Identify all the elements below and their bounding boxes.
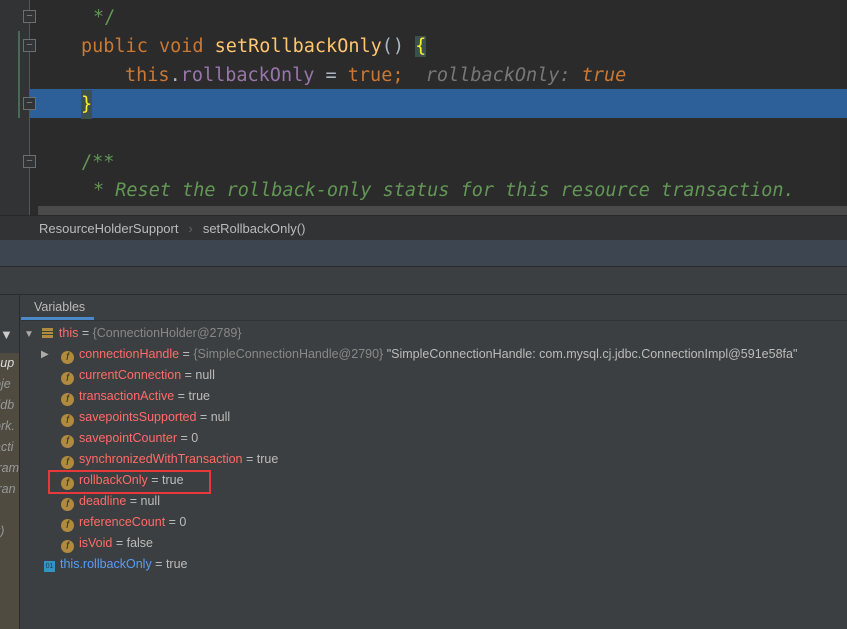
- var-name: transactionActive: [79, 389, 175, 403]
- var-value: 0: [179, 515, 187, 529]
- debug-subtoolbar: [0, 267, 847, 295]
- debug-toolbar: [0, 240, 847, 267]
- var-name: currentConnection: [79, 368, 182, 382]
- tree-row-field[interactable]: f transactionActive = true: [61, 386, 210, 407]
- tree-row-field[interactable]: f savepointCounter = 0: [61, 428, 198, 449]
- var-name: this: [58, 326, 79, 340]
- code-line: public void setRollbackOnly() {: [0, 32, 847, 61]
- frames-panel: ▼ sup bje .jdb ork. acti fram tran ) k): [0, 295, 20, 629]
- frame-item[interactable]: acti: [0, 440, 13, 454]
- inline-debug-hint-label: rollbackOnly:: [425, 65, 571, 86]
- frame-item[interactable]: tran: [0, 482, 16, 496]
- code-line: }: [0, 90, 847, 119]
- keyword: this: [125, 65, 170, 86]
- semicolon: ;: [392, 65, 404, 86]
- var-name: synchronizedWithTransaction: [79, 452, 243, 466]
- frame-item[interactable]: .jdb: [0, 398, 14, 412]
- frame-item[interactable]: k): [0, 524, 4, 538]
- field-icon: f: [61, 372, 74, 385]
- var-value: true: [188, 389, 210, 403]
- tree-row-field[interactable]: f currentConnection = null: [61, 365, 215, 386]
- parens: (): [381, 36, 405, 57]
- var-name: savepointCounter: [79, 431, 177, 445]
- keyword: true: [347, 65, 393, 86]
- tab-variables[interactable]: Variables: [21, 295, 94, 320]
- code-line: /**: [81, 152, 115, 173]
- field-icon: f: [61, 540, 74, 553]
- watch-primitive-icon: 01: [44, 561, 55, 572]
- dot: .: [169, 65, 181, 86]
- field-icon: f: [61, 351, 74, 364]
- horizontal-scrollbar[interactable]: [38, 206, 847, 215]
- method-name: setRollbackOnly: [214, 36, 382, 57]
- var-value: null: [210, 410, 231, 424]
- equals: =: [78, 326, 93, 340]
- var-value: null: [195, 368, 215, 382]
- tree-row-this[interactable]: ▼ this = {ConnectionHolder@2789}: [24, 323, 242, 344]
- field-icon: f: [61, 498, 74, 511]
- tree-row-field[interactable]: f deadline = null: [61, 491, 160, 512]
- breadcrumb: ResourceHolderSupport › setRollbackOnly(): [0, 215, 847, 240]
- keyword: public: [81, 36, 148, 57]
- var-name: referenceCount: [79, 515, 166, 529]
- breadcrumb-item[interactable]: setRollbackOnly(): [203, 221, 306, 236]
- inline-debug-hint-value: true: [581, 65, 627, 86]
- breadcrumb-item[interactable]: ResourceHolderSupport: [39, 221, 178, 236]
- tree-row-field[interactable]: f isVoid = false: [61, 533, 153, 554]
- var-name: deadline: [79, 494, 127, 508]
- var-value: 0: [191, 431, 199, 445]
- var-value: {SimpleConnectionHandle@2790}: [193, 347, 384, 361]
- var-name: isVoid: [79, 536, 113, 550]
- code-editor[interactable]: − − − − */ public void setRollbackOnly()…: [0, 0, 847, 215]
- var-string-value: "SimpleConnectionHandle: com.mysql.cj.jd…: [386, 347, 798, 361]
- tree-row-field[interactable]: ▶ f connectionHandle = {SimpleConnectionHa…: [41, 344, 798, 365]
- expand-right-icon[interactable]: ▶: [41, 344, 49, 365]
- breadcrumb-separator: ›: [188, 221, 193, 236]
- field-icon: f: [61, 435, 74, 448]
- field-icon: f: [61, 519, 74, 532]
- variables-panel: Variables ▼ this = {ConnectionHolder@2789…: [21, 295, 847, 629]
- tree-row-field[interactable]: f savepointsSupported = null: [61, 407, 230, 428]
- field-icon: f: [61, 414, 74, 427]
- var-value: true: [256, 452, 279, 466]
- expand-down-icon[interactable]: ▼: [24, 329, 34, 340]
- watch-row[interactable]: 01 this.rollbackOnly = true: [44, 554, 188, 575]
- tree-row-field[interactable]: f referenceCount = 0: [61, 512, 186, 533]
- var-name: connectionHandle: [79, 347, 180, 361]
- field-icon: f: [61, 456, 74, 469]
- tree-row-field[interactable]: f synchronizedWithTransaction = true: [61, 449, 278, 470]
- field-icon: f: [61, 393, 74, 406]
- frame-item[interactable]: sup: [0, 356, 14, 370]
- frame-item[interactable]: bje: [0, 377, 11, 391]
- field-name: rollbackOnly: [180, 65, 315, 86]
- var-name: savepointsSupported: [79, 410, 197, 424]
- highlight-box: [48, 470, 211, 494]
- var-name: this.rollbackOnly: [60, 557, 152, 571]
- frame-item[interactable]: ork.: [0, 419, 15, 433]
- brace: {: [415, 36, 427, 57]
- object-icon: [41, 328, 53, 338]
- frame-item[interactable]: fram: [0, 461, 19, 475]
- var-value: null: [140, 494, 160, 508]
- var-value: true: [165, 557, 188, 571]
- keyword: void: [158, 36, 204, 57]
- var-value: false: [126, 536, 154, 550]
- code-line: */: [93, 7, 116, 28]
- code-line: * Reset the rollback-only status for thi…: [93, 180, 795, 201]
- filter-icon[interactable]: ▼: [0, 327, 13, 342]
- var-value: {ConnectionHolder@2789}: [92, 326, 242, 340]
- assign: =: [314, 65, 348, 86]
- code-line: this.rollbackOnly = true; rollbackOnly: …: [0, 61, 847, 90]
